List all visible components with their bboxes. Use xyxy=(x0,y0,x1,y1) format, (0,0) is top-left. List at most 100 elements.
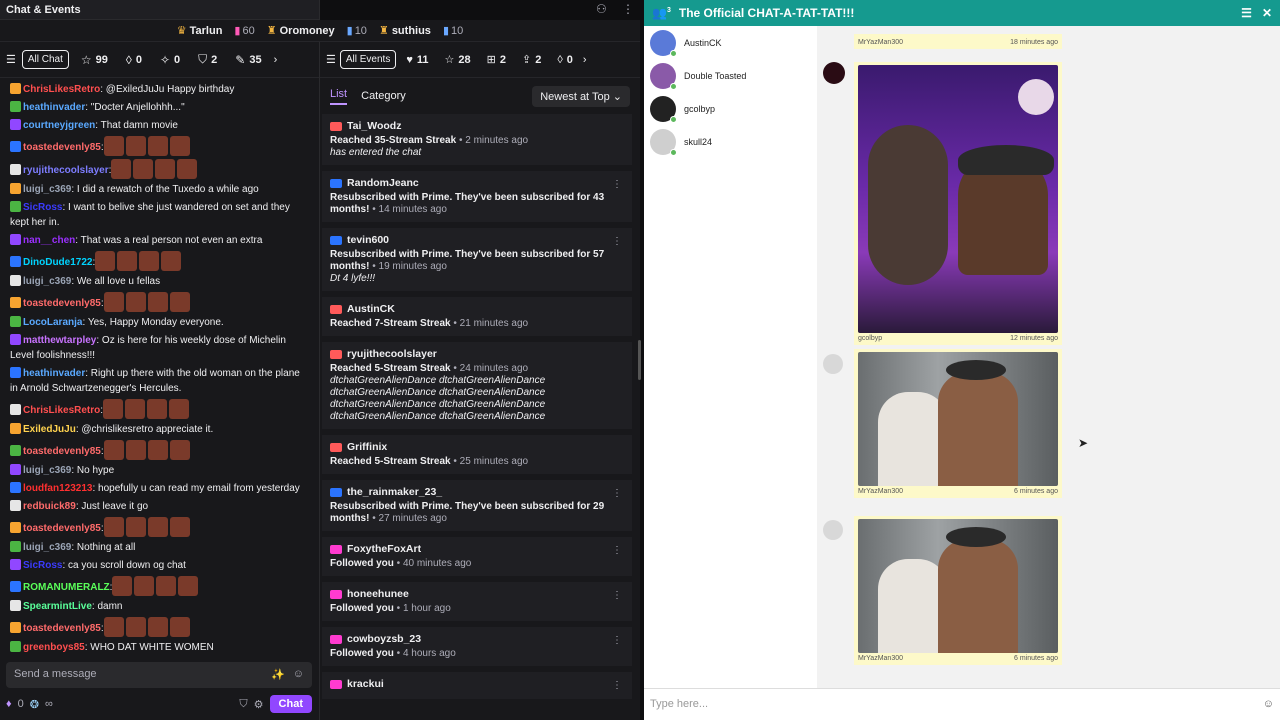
event-card[interactable]: krackui ⋮ xyxy=(322,672,632,699)
event-stat-gift[interactable]: ⊞ 2 xyxy=(481,53,512,67)
chat-button[interactable]: Chat xyxy=(269,695,312,713)
more-options-icon[interactable]: ⋮ xyxy=(612,635,622,647)
chat-username[interactable]: redbuick89 xyxy=(23,501,76,512)
event-card[interactable]: Tai_Woodz Reached 35-Stream Streak • 2 mi… xyxy=(322,114,632,165)
shield-mod-icon[interactable]: ⛉ xyxy=(239,698,247,711)
event-username[interactable]: Griffinix xyxy=(347,441,387,453)
more-vertical-icon[interactable]: ⋮ xyxy=(622,2,634,16)
chat-username[interactable]: luigi_c369 xyxy=(23,276,71,287)
chat-username[interactable]: SpearmintLive xyxy=(23,601,92,612)
chat-username[interactable]: toastedevenly85 xyxy=(23,523,101,534)
chat-stat-hype[interactable]: ✧ 0 xyxy=(154,53,186,67)
chat-username[interactable]: ryujithecoolslayer xyxy=(23,165,109,176)
event-card[interactable]: FoxytheFoxArt ⋮ Followed you • 40 minutes … xyxy=(322,537,632,576)
chat-username[interactable]: luigi_c369 xyxy=(23,542,71,553)
event-card[interactable]: ryujithecoolslayer Reached 5-Stream Strea… xyxy=(322,342,632,429)
event-card[interactable]: cowboyzsb_23 ⋮ Followed you • 4 hours ago xyxy=(322,627,632,666)
event-username[interactable]: tevin600 xyxy=(347,234,389,246)
all-chat-tab[interactable]: All Chat xyxy=(21,50,69,69)
chat-stat-pen[interactable]: ✎ 35 xyxy=(229,53,267,67)
chat-stat-bits[interactable]: ◊ 0 xyxy=(120,53,148,67)
menu-icon[interactable]: ☰ xyxy=(6,53,16,66)
user-settings-icon[interactable]: ⚇ xyxy=(596,2,607,16)
chat-username[interactable]: luigi_c369 xyxy=(23,465,71,476)
top-user-3[interactable]: ♜ suthius xyxy=(379,24,431,37)
chevron-right-icon[interactable]: › xyxy=(583,54,587,66)
event-card[interactable]: honeehunee ⋮ Followed you • 1 hour ago xyxy=(322,582,632,621)
spark-icon[interactable]: ✨ xyxy=(271,668,285,682)
event-username[interactable]: honeehunee xyxy=(347,588,409,600)
filter-icon[interactable]: ☰ xyxy=(326,53,336,66)
event-username[interactable]: cowboyzsb_23 xyxy=(347,633,421,645)
more-options-icon[interactable]: ⋮ xyxy=(612,236,622,248)
post-image[interactable] xyxy=(858,65,1058,333)
emoji-icon[interactable]: ☺ xyxy=(1263,698,1274,711)
chat-username[interactable]: toastedevenly85 xyxy=(23,446,101,457)
top-user-1[interactable]: ♛ Tarlun xyxy=(177,24,223,37)
chat-username[interactable]: matthewtarpley xyxy=(23,335,96,346)
chat-username[interactable]: ChrisLikesRetro xyxy=(23,405,100,416)
close-icon[interactable]: ✕ xyxy=(1262,6,1272,20)
user-list-item[interactable]: gcolbyp xyxy=(644,92,817,125)
event-username[interactable]: Tai_Woodz xyxy=(347,120,401,132)
chat-username[interactable]: loudfan123213 xyxy=(23,483,92,494)
settings-icon[interactable]: ⚙ xyxy=(254,698,264,711)
chat-username[interactable]: heathinvader xyxy=(23,368,85,379)
event-username[interactable]: RandomJeanc xyxy=(347,177,419,189)
event-username[interactable]: ryujithecoolslayer xyxy=(347,348,437,360)
event-card[interactable]: tevin600 ⋮ Resubscribed with Prime. They'v… xyxy=(322,228,632,291)
menu-icon[interactable]: ☰ xyxy=(1241,6,1252,20)
panel-resize-handle[interactable] xyxy=(638,340,641,380)
app-message-input[interactable]: Type here... ☺ xyxy=(644,688,1280,720)
chat-username[interactable]: toastedevenly85 xyxy=(23,142,101,153)
more-options-icon[interactable]: ⋮ xyxy=(612,488,622,500)
user-list-item[interactable]: Double Toasted xyxy=(644,59,817,92)
chat-username[interactable]: toastedevenly85 xyxy=(23,298,101,309)
chat-username[interactable]: luigi_c369 xyxy=(23,184,71,195)
chat-username[interactable]: ExiledJuJu xyxy=(23,424,76,435)
event-username[interactable]: krackui xyxy=(347,678,384,690)
more-options-icon[interactable]: ⋮ xyxy=(612,590,622,602)
chat-stat-star[interactable]: ☆ 99 xyxy=(75,53,114,67)
chat-username[interactable]: heathinvader xyxy=(23,102,85,113)
event-stat-bits[interactable]: ◊ 0 xyxy=(551,54,579,66)
bits-balance-icon[interactable]: ♦ xyxy=(6,698,12,710)
more-options-icon[interactable]: ⋮ xyxy=(612,545,622,557)
chat-username[interactable]: ROMANUMERALZ xyxy=(23,582,110,593)
points-icon[interactable]: ❂ xyxy=(30,698,39,711)
event-username[interactable]: the_rainmaker_23_ xyxy=(347,486,442,498)
chat-username[interactable]: LocoLaranja xyxy=(23,317,82,328)
event-card[interactable]: RandomJeanc ⋮ Resubscribed with Prime. The… xyxy=(322,171,632,222)
all-events-tab[interactable]: All Events xyxy=(339,50,397,69)
user-list-item[interactable]: skull24 xyxy=(644,125,817,158)
chat-username[interactable]: DinoDude1722 xyxy=(23,257,92,268)
user-list-item[interactable]: AustinCK xyxy=(644,26,817,59)
top-user-2[interactable]: ♜ Oromoney xyxy=(267,24,335,37)
more-options-icon[interactable]: ⋮ xyxy=(612,179,622,191)
event-card[interactable]: the_rainmaker_23_ ⋮ Resubscribed with Prim… xyxy=(322,480,632,531)
users-icon[interactable]: 👥3 xyxy=(652,6,671,20)
event-stat-star[interactable]: ☆ 28 xyxy=(439,53,477,67)
sort-dropdown[interactable]: Newest at Top ⌄ xyxy=(532,85,630,107)
event-stat-raid[interactable]: ⇪ 2 xyxy=(516,53,547,67)
chat-username[interactable]: SicRoss xyxy=(23,202,62,213)
event-card[interactable]: AustinCK Reached 7-Stream Streak • 21 min… xyxy=(322,297,632,336)
event-card[interactable]: Griffinix Reached 5-Stream Streak • 25 mi… xyxy=(322,435,632,474)
chat-username[interactable]: nan__chen xyxy=(23,235,75,246)
chevron-right-icon[interactable]: › xyxy=(274,54,278,66)
message-input[interactable]: Send a message ✨ ☺ xyxy=(6,662,312,688)
post-image[interactable] xyxy=(858,352,1058,486)
chat-username[interactable]: greenboys85 xyxy=(23,642,85,653)
chat-username[interactable]: SicRoss xyxy=(23,560,62,571)
chat-stat-shield[interactable]: ⛉ 2 xyxy=(192,52,223,67)
event-username[interactable]: AustinCK xyxy=(347,303,395,315)
post-image[interactable] xyxy=(858,519,1058,653)
category-tab[interactable]: Category xyxy=(361,90,406,102)
chat-username[interactable]: toastedevenly85 xyxy=(23,623,101,634)
chat-username[interactable]: ChrisLikesRetro xyxy=(23,84,100,95)
more-options-icon[interactable]: ⋮ xyxy=(612,680,622,692)
list-tab[interactable]: List xyxy=(330,88,348,105)
emoji-icon[interactable]: ☺ xyxy=(293,668,304,682)
event-stat-heart[interactable]: ♥ 11 xyxy=(400,54,434,66)
event-username[interactable]: FoxytheFoxArt xyxy=(347,543,421,555)
